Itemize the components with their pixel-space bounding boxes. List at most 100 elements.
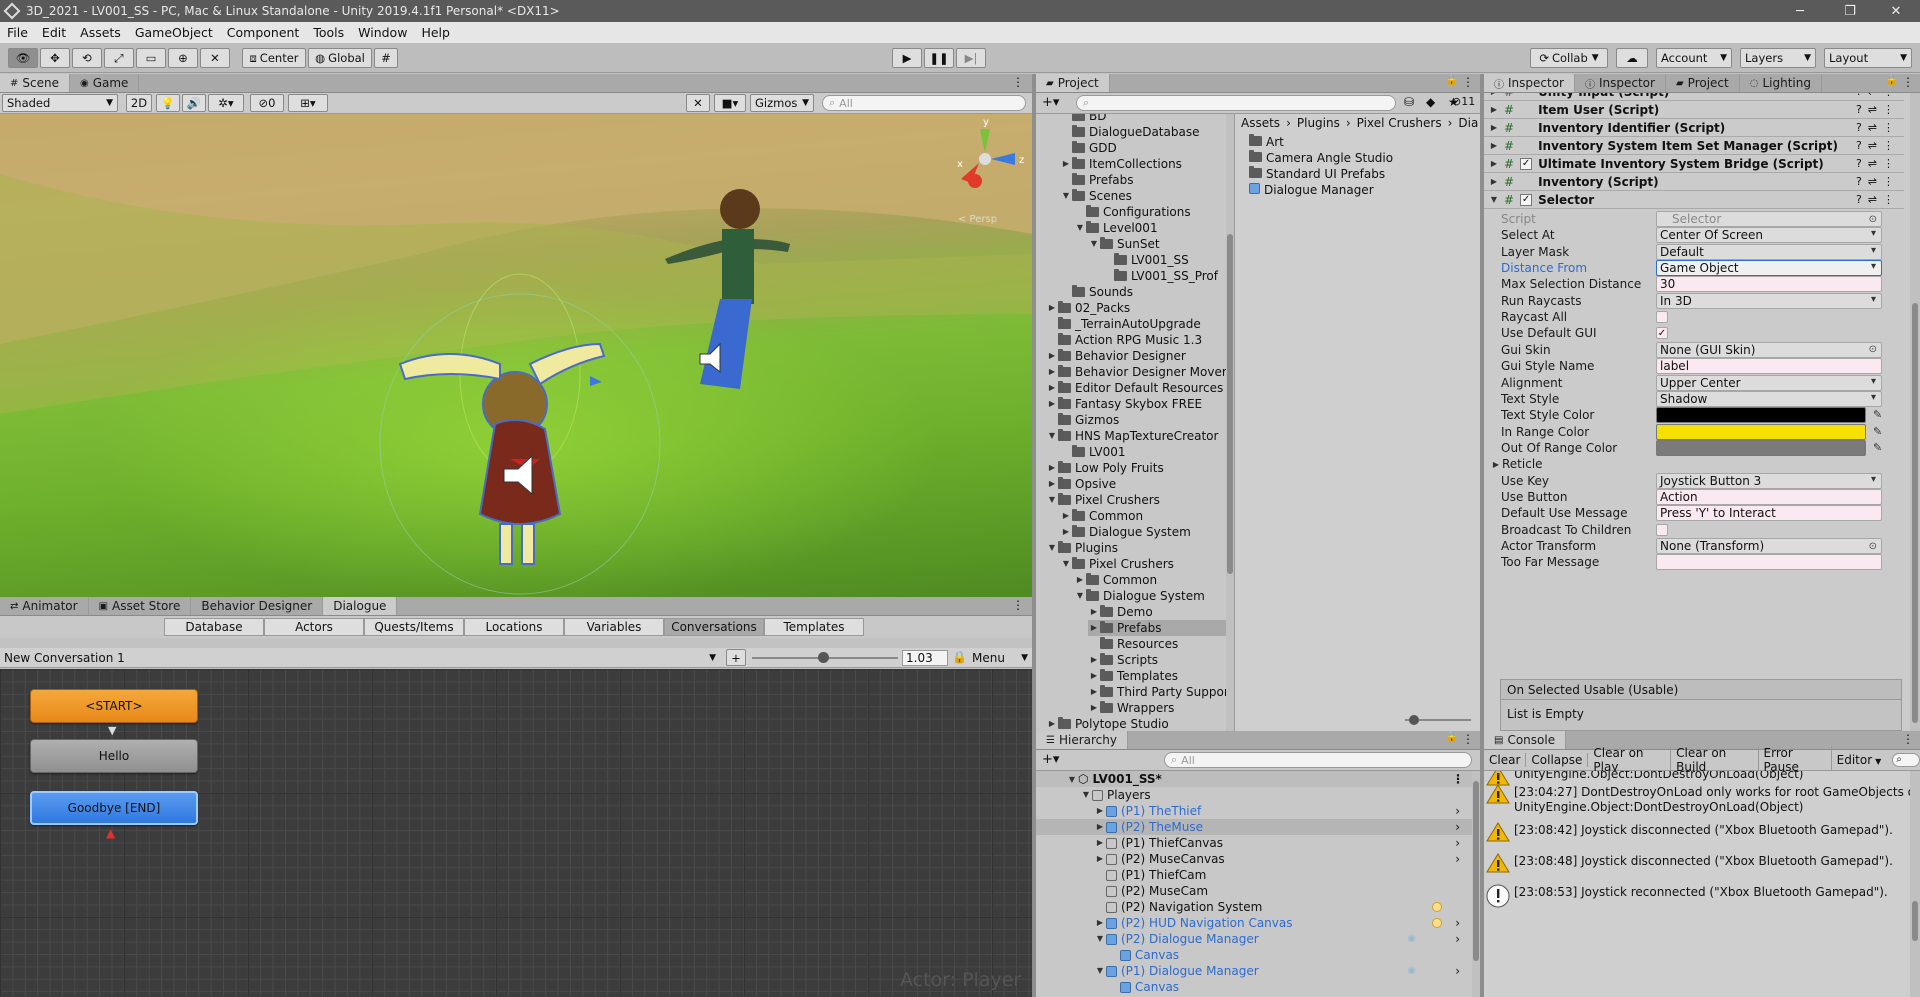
tab-console[interactable]: ▤ Console (1484, 731, 1567, 749)
component-header[interactable]: ▶ # Unity Input (Script) ?⇌⋮ (1484, 93, 1904, 101)
console-entry[interactable]: [23:08:53] Joystick reconnected ("Xbox B… (1484, 883, 1910, 908)
console-editor-dropdown[interactable]: Editor ▼ (1832, 753, 1887, 767)
folder-tree-item[interactable]: ▶ Low Poly Fruits (1046, 460, 1164, 476)
folder-tree-item[interactable]: ▼ Dialogue System (1074, 588, 1205, 604)
dropdown-field[interactable]: In 3D (1656, 292, 1882, 309)
chevron-down-icon[interactable]: ▼ (1074, 220, 1086, 236)
icon-size-handle[interactable] (1409, 715, 1419, 725)
hierarchy-item[interactable]: ▼ Players (1036, 787, 1472, 803)
asset-item[interactable]: Dialogue Manager (1249, 182, 1393, 198)
project-search-input[interactable]: ⌕ (1076, 95, 1396, 111)
hierarchy-item[interactable]: (P2) MuseCam (1036, 883, 1472, 899)
zoom-slider-handle[interactable] (818, 652, 829, 663)
persp-label[interactable]: < Persp (958, 214, 997, 225)
color-field[interactable]: ✎ (1656, 423, 1882, 440)
chevron-right-icon[interactable]: ▶ (1088, 668, 1100, 684)
folder-tree-item[interactable]: ▶ Opsive (1046, 476, 1116, 492)
chevron-right-icon[interactable]: › (1455, 835, 1460, 851)
breadcrumb-pixel-crushers[interactable]: Pixel Crushers (1357, 116, 1442, 130)
subtab-database[interactable]: Database (164, 618, 264, 636)
folder-tree-item[interactable]: ▶ 02_Packs (1046, 300, 1130, 316)
folder-tree-item[interactable]: Configurations (1074, 204, 1191, 220)
chevron-right-icon[interactable]: › (1455, 931, 1460, 947)
space-global-button[interactable]: ◍ Global (308, 48, 372, 68)
folder-tree-item[interactable]: ▶ Templates (1088, 668, 1178, 684)
tools-icon[interactable]: ✕ (686, 94, 710, 112)
asset-item[interactable]: Standard UI Prefabs (1249, 166, 1393, 182)
folder-tree-item[interactable]: LV001_SS (1102, 252, 1189, 268)
scene-root-row[interactable]: ▼ ⬡ LV001_SS* ⋮ (1036, 771, 1472, 787)
subtab-templates[interactable]: Templates (764, 618, 864, 636)
lock-icon[interactable]: 🔒 (1446, 732, 1458, 743)
tab-asset-store[interactable]: ▣ Asset Store (89, 597, 192, 615)
tab-hierarchy[interactable]: ☰ Hierarchy (1036, 731, 1128, 749)
menu-help[interactable]: Help (414, 25, 457, 40)
console-scrollbar[interactable] (1910, 771, 1920, 997)
folder-tree-item[interactable]: LV001 (1060, 444, 1125, 460)
collab-button[interactable]: ⟳ Collab ▼ (1530, 48, 1608, 68)
rotate-tool-icon[interactable]: ⟲ (72, 48, 102, 68)
transform-tool-icon[interactable]: ⊕ (168, 48, 198, 68)
layers-dropdown[interactable]: Layers ▼ (1740, 48, 1816, 68)
hidden-packages-count[interactable]: ⊘11 (1452, 95, 1475, 108)
breadcrumb-assets[interactable]: Assets (1241, 116, 1280, 130)
scene-search-input[interactable]: ⌕ All (822, 95, 1026, 111)
scene-viewport[interactable]: y z x < Persp (0, 114, 1032, 597)
chevron-right-icon[interactable]: ▶ (1060, 524, 1072, 540)
dropdown-field[interactable]: Upper Center (1656, 374, 1882, 391)
component-menu-icon[interactable]: ?⇌⋮ (1856, 139, 1900, 152)
node-hello[interactable]: Hello (30, 739, 198, 773)
cloud-icon[interactable]: ☁ (1616, 48, 1648, 68)
menu-window[interactable]: Window (351, 25, 414, 40)
account-dropdown[interactable]: Account ▼ (1656, 48, 1732, 68)
chevron-down-icon[interactable]: ▼ (1094, 931, 1106, 947)
console-error-pause-button[interactable]: Error Pause (1759, 746, 1832, 774)
component-menu-icon[interactable]: ?⇌⋮ (1856, 93, 1900, 98)
chevron-right-icon[interactable]: ▶ (1488, 123, 1500, 132)
scale-tool-icon[interactable]: ⤢ (104, 48, 134, 68)
menu-component[interactable]: Component (220, 25, 307, 40)
eyedropper-icon[interactable]: ✎ (1873, 408, 1882, 421)
text-field[interactable]: Press 'Y' to Interact (1656, 505, 1882, 522)
field-label[interactable]: ▶ Reticle (1490, 456, 1543, 472)
dropdown-field[interactable]: Game Object (1656, 260, 1882, 277)
console-entry[interactable]: [23:08:48] Joystick disconnected ("Xbox … (1484, 852, 1910, 874)
text-field[interactable]: 30 (1656, 276, 1882, 293)
component-header[interactable]: ▶ # Inventory System Item Set Manager (Scr… (1484, 137, 1904, 155)
kebab-menu-icon[interactable]: ⋮ (1012, 75, 1024, 89)
conversation-canvas[interactable]: <START> ▼ Hello Goodbye [END] ▲ Actor: P… (0, 669, 1032, 997)
object-field[interactable]: None (GUI Skin) ⊙ (1656, 341, 1882, 358)
chevron-right-icon[interactable]: › (1455, 915, 1460, 931)
hidden-objects-toggle[interactable]: ⊘ 0 (250, 94, 284, 112)
console-clear-on-play-button[interactable]: Clear on Play (1588, 746, 1672, 774)
folder-tree-item[interactable]: ▶ Polytope Studio (1046, 716, 1169, 731)
component-header[interactable]: ▶ # ✓ Ultimate Inventory System Bridge (Scr… (1484, 155, 1904, 173)
folder-tree-item[interactable]: GDD (1060, 140, 1117, 156)
eye-icon[interactable]: ◉ (1407, 931, 1416, 947)
folder-tree-item[interactable]: ▼ SunSet (1088, 236, 1160, 252)
hierarchy-search-input[interactable]: ⌕ All (1164, 752, 1472, 768)
kebab-menu-icon[interactable]: ⋮ (1462, 732, 1474, 746)
folder-tree-item[interactable]: ▶ ItemCollections (1060, 156, 1182, 172)
chevron-down-icon[interactable]: ▼ (1046, 492, 1058, 508)
folder-tree-item[interactable]: Sounds (1060, 284, 1133, 300)
color-field[interactable]: ✎ (1656, 439, 1882, 456)
folder-tree-item[interactable]: Prefabs (1060, 172, 1134, 188)
chevron-down-icon[interactable]: ▼ (1060, 556, 1072, 572)
hierarchy-scrollbar[interactable] (1472, 771, 1480, 997)
play-button[interactable]: ▶ (892, 48, 922, 68)
console-entry[interactable]: [23:04:27] DontDestroyOnLoad only works … (1484, 783, 1910, 815)
chevron-right-icon[interactable]: ▶ (1060, 156, 1072, 172)
audio-icon[interactable]: 🔊 (182, 94, 206, 112)
eyedropper-icon[interactable]: ✎ (1873, 441, 1882, 454)
folder-tree-item[interactable]: LV001_SS_Prof (1102, 268, 1218, 284)
chevron-right-icon[interactable]: ▶ (1490, 460, 1502, 469)
folder-tree-item[interactable]: _TerrainAutoUpgrade (1046, 316, 1201, 332)
kebab-menu-icon[interactable]: ⋮ (1012, 598, 1024, 612)
filter-label-icon[interactable]: ◆ (1426, 95, 1435, 109)
close-button[interactable]: ✕ (1876, 0, 1916, 22)
component-header[interactable]: ▶ # Inventory Identifier (Script) ?⇌⋮ (1484, 119, 1904, 137)
chevron-right-icon[interactable]: ▶ (1088, 700, 1100, 716)
chevron-down-icon[interactable]: ▼ (1046, 428, 1058, 444)
console-entry[interactable]: [23:08:42] Joystick disconnected ("Xbox … (1484, 821, 1910, 843)
